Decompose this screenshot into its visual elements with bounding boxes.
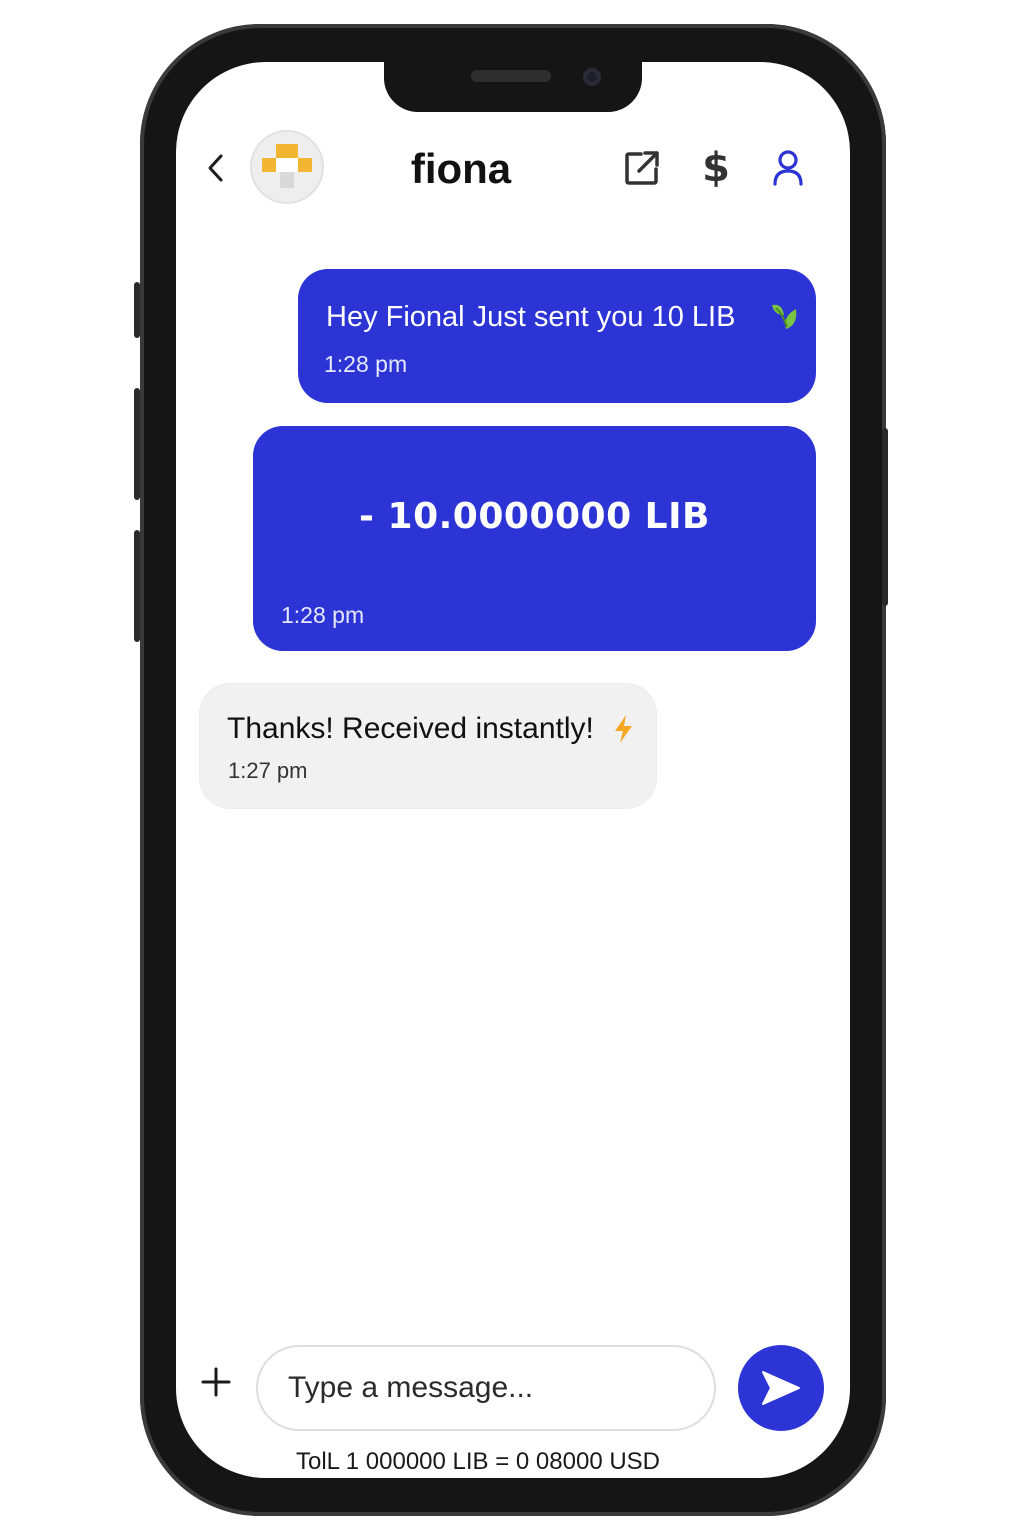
chevron-left-icon: [208, 154, 223, 182]
volume-down-button: [134, 530, 140, 642]
message-text: Hey Fional Just sent you 10 LIB: [326, 301, 736, 333]
avatar-pixel: [280, 172, 294, 188]
avatar-pixel: [276, 158, 298, 172]
notch: [384, 62, 642, 112]
message-text: Thanks! Received instantly!: [227, 712, 594, 745]
message-input[interactable]: [256, 1345, 716, 1431]
toll-info: TolL 1 000000 LIB = 0 08000 USD: [295, 1448, 661, 1475]
external-edit-icon: [625, 151, 659, 185]
front-camera: [583, 68, 601, 86]
contact-name-title: fiona: [410, 145, 512, 192]
avatar-pixel: [298, 158, 312, 172]
profile-button[interactable]: [766, 146, 810, 190]
phone-frame: fiona $ Hey Fional Just sent you 10 LIB: [134, 24, 888, 1516]
plus-icon: [201, 1367, 231, 1397]
silent-switch: [134, 282, 140, 338]
edit-button[interactable]: [620, 146, 664, 190]
volume-up-button: [134, 388, 140, 500]
payment-amount: - 10.0000000 LIB: [359, 496, 710, 537]
avatar-pixel: [276, 144, 298, 158]
contact-avatar[interactable]: [250, 130, 324, 204]
lightning-icon: [615, 715, 632, 743]
phone-screen: fiona $ Hey Fional Just sent you 10 LIB: [176, 62, 850, 1478]
message-bubble-incoming[interactable]: Thanks! Received instantly! 1:27 pm: [200, 684, 656, 808]
earpiece-speaker: [471, 70, 551, 82]
message-time: 1:28 pm: [281, 602, 365, 628]
send-icon: [762, 1371, 800, 1405]
payment-bubble[interactable]: - 10.0000000 LIB 1:28 pm: [253, 426, 816, 651]
add-attachment-button[interactable]: [196, 1362, 236, 1402]
dollar-icon: $: [702, 145, 730, 191]
message-time: 1:28 pm: [324, 351, 408, 377]
power-button: [882, 428, 888, 606]
back-button[interactable]: [200, 152, 232, 184]
message-bubble-outgoing[interactable]: Hey Fional Just sent you 10 LIB 1:28 pm: [298, 269, 816, 403]
send-button[interactable]: [738, 1345, 824, 1431]
message-time: 1:27 pm: [228, 758, 308, 783]
avatar-pixel: [262, 158, 276, 172]
user-icon: [773, 150, 803, 186]
payment-button[interactable]: $: [694, 146, 738, 190]
leaf-icon: [772, 304, 797, 329]
